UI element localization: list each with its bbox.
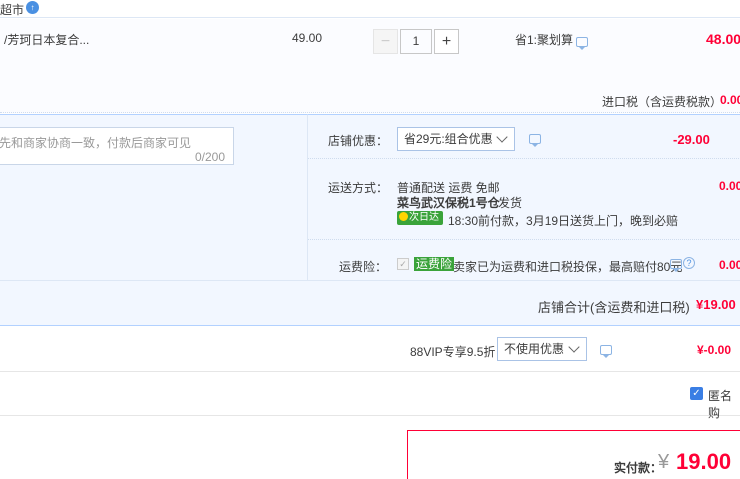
- shop-name[interactable]: 超市: [0, 1, 24, 18]
- tax-row: 进口税（含运费税款） 0.00: [0, 88, 740, 114]
- shipping-row: 运送方式： 普通配送 运费 免邮 菜鸟武汉保税1号仓 发货 次日达 18:30前…: [308, 160, 740, 240]
- item-unit-price: 49.00: [292, 31, 323, 45]
- vip-label: 88VIP专享9.5折: [410, 345, 496, 359]
- anonymous-row: ✓ 匿名购: [0, 372, 740, 420]
- promo-chat-icon[interactable]: [576, 37, 588, 50]
- insurance-tag: 运费险: [414, 257, 455, 271]
- tax-label: 进口税（含运费税款）: [602, 95, 723, 109]
- insurance-row: 运费险： ✓ 运费险 卖家已为运费和进口税投保，最高赔付80元 ? 0.00: [308, 241, 740, 281]
- store-total-label: 店铺合计(含运费和进口税): [538, 300, 690, 315]
- anonymous-label: 匿名购: [708, 389, 733, 420]
- payment-box: 实付款： ¥ 19.00: [407, 430, 740, 479]
- shipping-value: 0.00: [719, 179, 740, 193]
- vip-row: 88VIP专享9.5折 不使用优惠 ¥-0.00: [0, 327, 740, 372]
- discount-value: -29.00: [673, 132, 710, 147]
- anonymous-checkbox[interactable]: ✓: [690, 387, 703, 400]
- tax-value: 0.00: [720, 93, 740, 107]
- quantity-stepper: − 1 +: [373, 29, 459, 54]
- quantity-decrease-button[interactable]: −: [373, 29, 398, 54]
- chevron-down-icon: [568, 341, 580, 353]
- shop-badge-icon: ↑: [26, 1, 39, 14]
- item-title[interactable]: /芳珂日本复合...: [4, 31, 89, 48]
- shop-header: 超市 ↑: [0, 0, 740, 18]
- insurance-chat-icon[interactable]: [670, 259, 682, 272]
- next-day-badge: 次日达: [397, 211, 443, 225]
- payment-currency: ¥: [658, 451, 670, 473]
- quantity-increase-button[interactable]: +: [434, 29, 459, 54]
- discount-row: 店铺优惠： 省29元:组合优惠 -29.00: [308, 115, 740, 159]
- store-total-row: 店铺合计(含运费和进口税) ¥19.00: [0, 280, 740, 326]
- vip-chat-icon[interactable]: [600, 345, 612, 358]
- insurance-text: 卖家已为运费和进口税投保，最高赔付80元: [453, 260, 683, 274]
- chevron-down-icon: [496, 131, 508, 143]
- vip-value: ¥-0.00: [697, 343, 732, 357]
- insurance-checkbox[interactable]: ✓: [397, 258, 409, 270]
- discount-selected: 省29元:组合优惠: [404, 132, 493, 146]
- payment-label: 实付款：: [614, 461, 663, 475]
- discount-chat-icon[interactable]: [529, 134, 541, 147]
- shipping-dispatch: 发货: [498, 196, 523, 210]
- help-icon[interactable]: ?: [683, 257, 695, 269]
- insurance-value: 0.00: [719, 258, 740, 272]
- quantity-input[interactable]: 1: [400, 29, 432, 54]
- options-panel: 店铺优惠： 省29元:组合优惠 -29.00 运送方式： 普通配送 运费 免邮 …: [307, 114, 740, 280]
- lightning-icon: [399, 212, 408, 221]
- message-textarea[interactable]: 先和商家协商一致，付款后商家可见 0/200: [0, 127, 234, 165]
- item-subtotal: 48.00: [706, 31, 740, 47]
- discount-select[interactable]: 省29元:组合优惠: [397, 127, 515, 151]
- discount-label: 店铺优惠：: [328, 134, 389, 148]
- vip-selected: 不使用优惠: [504, 342, 565, 356]
- insurance-label: 运费险：: [339, 260, 388, 274]
- message-placeholder: 先和商家协商一致，付款后商家可见: [0, 136, 192, 150]
- store-total-value: ¥19.00: [696, 297, 736, 312]
- item-promo: 省1:聚划算: [515, 33, 574, 47]
- message-char-count: 0/200: [194, 150, 225, 164]
- vip-select[interactable]: 不使用优惠: [497, 337, 587, 361]
- shipping-warehouse: 菜鸟武汉保税1号仓: [397, 196, 500, 210]
- shipping-label: 运送方式：: [328, 181, 389, 195]
- payment-amount: 19.00: [676, 449, 732, 474]
- message-panel: 先和商家协商一致，付款后商家可见 0/200: [0, 114, 307, 280]
- shipping-eta: 18:30前付款，3月19日送货上门，晚到必赔: [448, 214, 679, 228]
